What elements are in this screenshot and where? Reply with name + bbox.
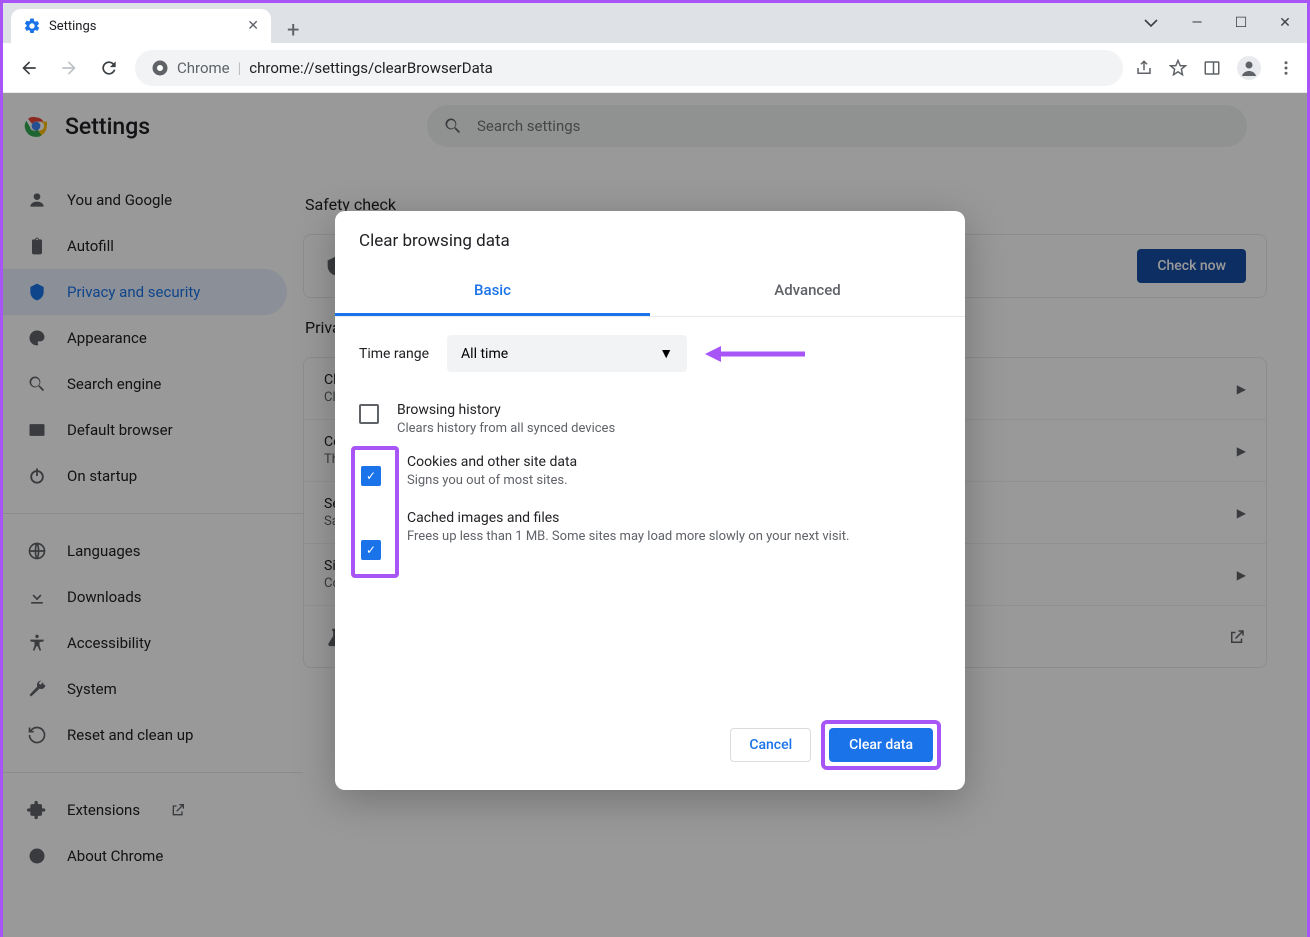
tab-search-icon[interactable]: [1143, 18, 1163, 28]
new-tab-button[interactable]: +: [279, 18, 307, 43]
tab-basic[interactable]: Basic: [335, 267, 650, 316]
checkbox-cookies[interactable]: ✓: [361, 466, 381, 486]
dialog-tabs: Basic Advanced: [335, 267, 965, 317]
browser-toolbar: Chrome | chrome://settings/clearBrowserD…: [3, 43, 1307, 93]
browser-tab[interactable]: Settings ✕: [11, 9, 271, 43]
annotation-arrow-icon: [705, 344, 805, 364]
gear-icon: [23, 17, 41, 35]
close-window-button[interactable]: ✕: [1275, 15, 1295, 31]
close-tab-icon[interactable]: ✕: [247, 18, 259, 34]
reload-button[interactable]: [95, 54, 123, 82]
checkbox-cache[interactable]: ✓: [361, 540, 381, 560]
back-button[interactable]: [15, 54, 43, 82]
checkbox-browsing-history[interactable]: [359, 404, 379, 424]
annotation-highlight: ✓ ✓ Cookies and other site data Signs yo…: [351, 446, 399, 578]
option-cookies[interactable]: ✓: [361, 458, 389, 492]
window-titlebar: Settings ✕ + — ☐ ✕: [3, 3, 1307, 43]
dialog-title: Clear browsing data: [335, 211, 965, 267]
bookmark-star-icon[interactable]: [1169, 59, 1187, 77]
option-cache[interactable]: ✓: [361, 532, 389, 566]
kebab-menu-icon[interactable]: [1277, 59, 1295, 77]
chrome-product-icon: [151, 59, 169, 77]
forward-button[interactable]: [55, 54, 83, 82]
annotation-highlight: Clear data: [821, 720, 941, 770]
minimize-button[interactable]: —: [1187, 15, 1207, 31]
option-title: Browsing history: [397, 402, 615, 418]
cancel-button[interactable]: Cancel: [730, 728, 811, 762]
option-sub: Signs you out of most sites.: [407, 473, 927, 488]
omnibox-url: chrome://settings/clearBrowserData: [249, 59, 493, 77]
time-range-select[interactable]: All time ▼: [447, 335, 687, 372]
address-bar[interactable]: Chrome | chrome://settings/clearBrowserD…: [135, 50, 1123, 86]
tab-title: Settings: [49, 19, 96, 34]
omnibox-origin: Chrome: [177, 59, 230, 77]
share-icon[interactable]: [1135, 59, 1153, 77]
chevron-down-icon: ▼: [659, 345, 673, 362]
option-browsing-history[interactable]: Browsing history Clears history from all…: [359, 392, 941, 446]
side-panel-icon[interactable]: [1203, 59, 1221, 77]
option-title: Cookies and other site data: [407, 454, 927, 470]
maximize-button[interactable]: ☐: [1231, 15, 1251, 31]
tab-strip: Settings ✕ +: [3, 3, 307, 43]
option-title: Cached images and files: [407, 510, 927, 526]
option-sub: Frees up less than 1 MB. Some sites may …: [407, 529, 927, 544]
profile-avatar-icon[interactable]: [1237, 56, 1261, 80]
tab-advanced[interactable]: Advanced: [650, 267, 965, 316]
time-range-label: Time range: [359, 346, 429, 362]
option-sub: Clears history from all synced devices: [397, 421, 615, 436]
time-range-value: All time: [461, 346, 508, 362]
clear-data-button[interactable]: Clear data: [829, 728, 933, 762]
clear-browsing-data-dialog: Clear browsing data Basic Advanced Time …: [335, 211, 965, 790]
